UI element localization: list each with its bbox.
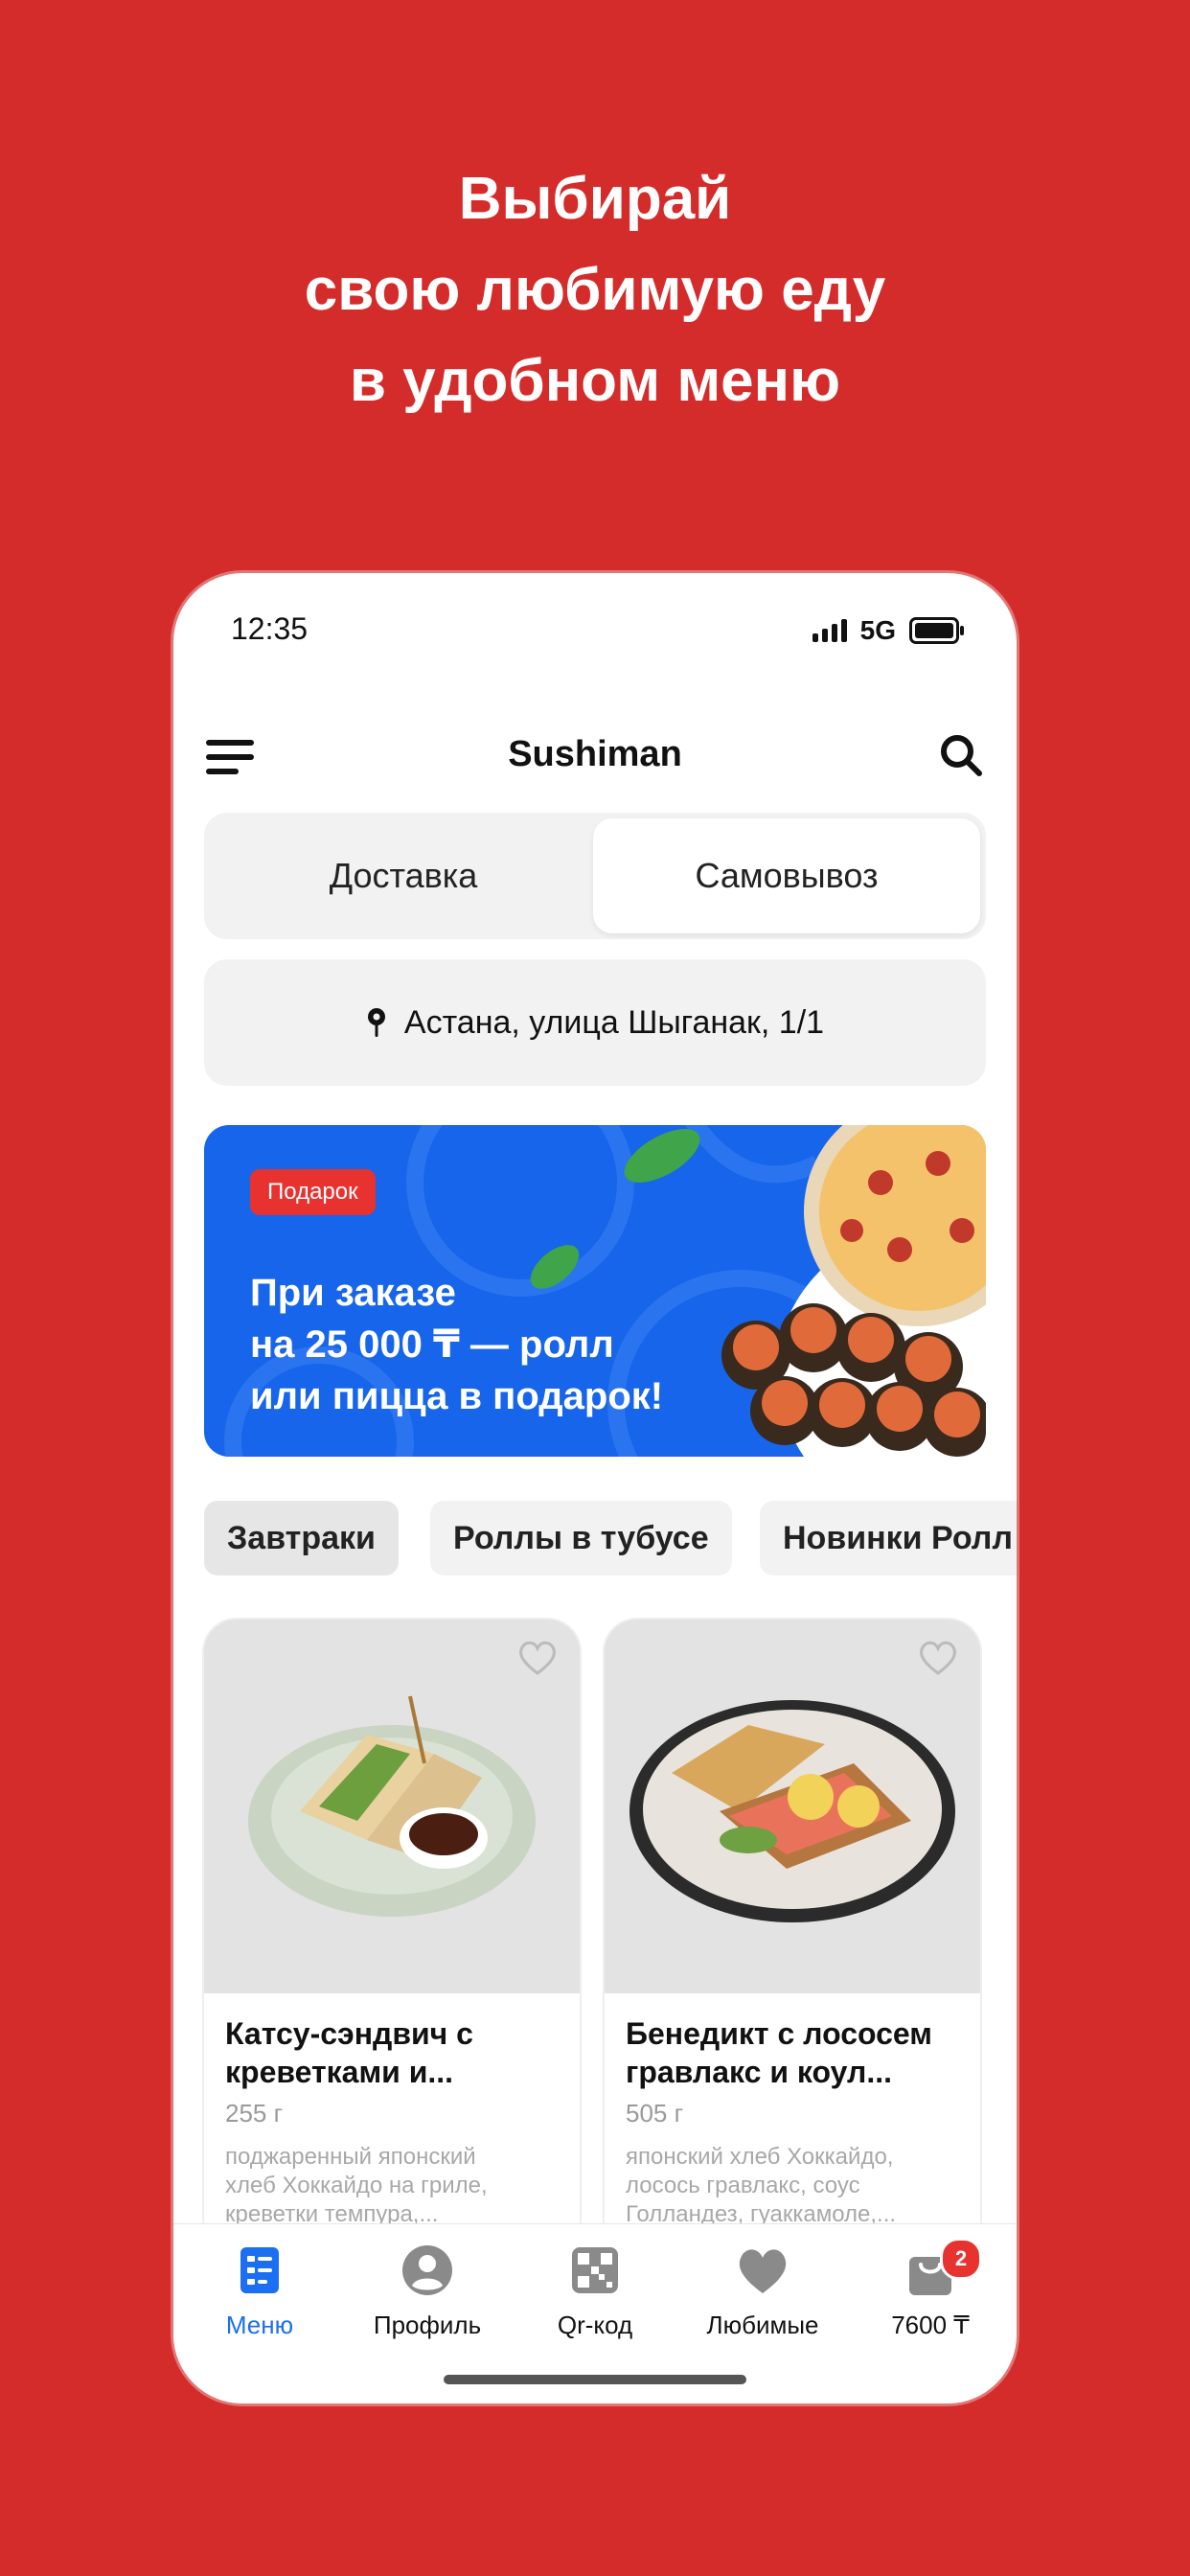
banner-food-image <box>721 1125 986 1457</box>
favorite-heart-icon[interactable] <box>917 1639 959 1677</box>
category-chip-tube-rolls[interactable]: Роллы в тубусе <box>430 1501 732 1576</box>
tab-cart[interactable]: 2 7600 ₸ <box>846 2238 1015 2340</box>
category-chips: Завтраки Роллы в тубусе Новинки Ролл <box>204 1501 1017 1576</box>
delivery-option[interactable]: Доставка <box>210 818 597 933</box>
promo-headline: Выбирай свою любимую еду в удобном меню <box>0 153 1190 426</box>
product-description-line: лосось гравлакс, соус <box>626 2173 860 2198</box>
banner-line-1: При заказе <box>250 1272 456 1314</box>
banner-line-2: на 25 000 ₸ — ролл <box>250 1323 614 1366</box>
phone-frame: 12:35 5G Sushiman Доставка Самовывоз Аст… <box>173 573 1017 2404</box>
product-weight: 505 г <box>626 2099 684 2128</box>
category-chip-new-rolls[interactable]: Новинки Ролл <box>760 1501 1017 1576</box>
product-card[interactable]: Бенедикт с лососем гравлакс и коул... 50… <box>605 1620 980 2252</box>
product-card[interactable]: Катсу-сэндвич с креветками и... 255 г по… <box>204 1620 580 2252</box>
tab-label: Меню <box>225 2311 294 2339</box>
address-text: Астана, улица Шыганак, 1/1 <box>403 1003 825 1041</box>
tab-favorites[interactable]: Любимые <box>678 2242 847 2340</box>
headline-line-1: Выбирай <box>458 166 732 232</box>
network-label: 5G <box>859 615 896 645</box>
product-description-line: японский хлеб Хоккайдо, <box>626 2144 894 2170</box>
headline-line-3: в удобном меню <box>349 348 841 414</box>
tab-profile[interactable]: Профиль <box>343 2242 512 2340</box>
product-name: Бенедикт с лососем гравлакс и коул... <box>626 2014 961 2091</box>
tab-qr-code[interactable]: Qr-код <box>511 2242 679 2340</box>
status-icons: 5G <box>812 615 964 646</box>
product-description: поджаренный японский хлеб Хоккайдо на гр… <box>225 2143 561 2229</box>
search-icon[interactable] <box>938 732 984 778</box>
tab-label: Любимые <box>706 2311 819 2339</box>
product-name-line: Катсу-сэндвич с <box>225 2016 473 2051</box>
banner-text: При заказе на 25 000 ₸ — ролл или пицца … <box>250 1267 663 1422</box>
address-selector[interactable]: Астана, улица Шыганак, 1/1 <box>204 959 986 1086</box>
product-description: японский хлеб Хоккайдо, лосось гравлакс,… <box>626 2143 961 2229</box>
product-weight: 255 г <box>225 2099 284 2128</box>
status-bar: 12:35 5G <box>173 573 1017 688</box>
banner-line-3: или пицца в подарок! <box>250 1375 664 1417</box>
home-indicator[interactable] <box>444 2375 746 2384</box>
product-description-line: хлеб Хоккайдо на гриле, <box>225 2173 488 2198</box>
product-name: Катсу-сэндвич с креветками и... <box>225 2014 561 2091</box>
status-time: 12:35 <box>231 611 309 646</box>
pickup-option[interactable]: Самовывоз <box>593 818 980 933</box>
battery-icon <box>909 617 964 644</box>
promo-banner[interactable]: Подарок При заказе на 25 000 ₸ — ролл ил… <box>204 1125 986 1457</box>
product-description-line: поджаренный японский <box>225 2144 476 2170</box>
menu-list-icon <box>240 2247 279 2293</box>
app-title: Sushiman <box>508 734 682 774</box>
tab-label: Qr-код <box>557 2311 633 2339</box>
delivery-mode-toggle: Доставка Самовывоз <box>204 813 986 939</box>
favorite-heart-icon[interactable] <box>516 1639 559 1677</box>
profile-icon <box>402 2245 452 2295</box>
category-chip-breakfast[interactable]: Завтраки <box>204 1501 399 1576</box>
cart-badge: 2 <box>940 2238 982 2280</box>
tab-menu[interactable]: Меню <box>175 2242 344 2340</box>
headline-line-2: свою любимую еду <box>304 257 886 323</box>
signal-icon <box>812 619 847 642</box>
app-bar: Sushiman <box>173 717 1017 794</box>
gift-badge: Подарок <box>250 1169 376 1215</box>
location-pin-icon <box>367 1008 385 1037</box>
tab-label: 7600 ₸ <box>891 2311 970 2339</box>
tab-label: Профиль <box>373 2311 482 2339</box>
product-name-line: Бенедикт с лососем <box>626 2016 932 2051</box>
qr-code-icon <box>572 2247 618 2293</box>
product-name-line: креветками и... <box>225 2055 454 2089</box>
heart-icon <box>739 2249 787 2293</box>
product-name-line: гравлакс и коул... <box>626 2055 892 2089</box>
